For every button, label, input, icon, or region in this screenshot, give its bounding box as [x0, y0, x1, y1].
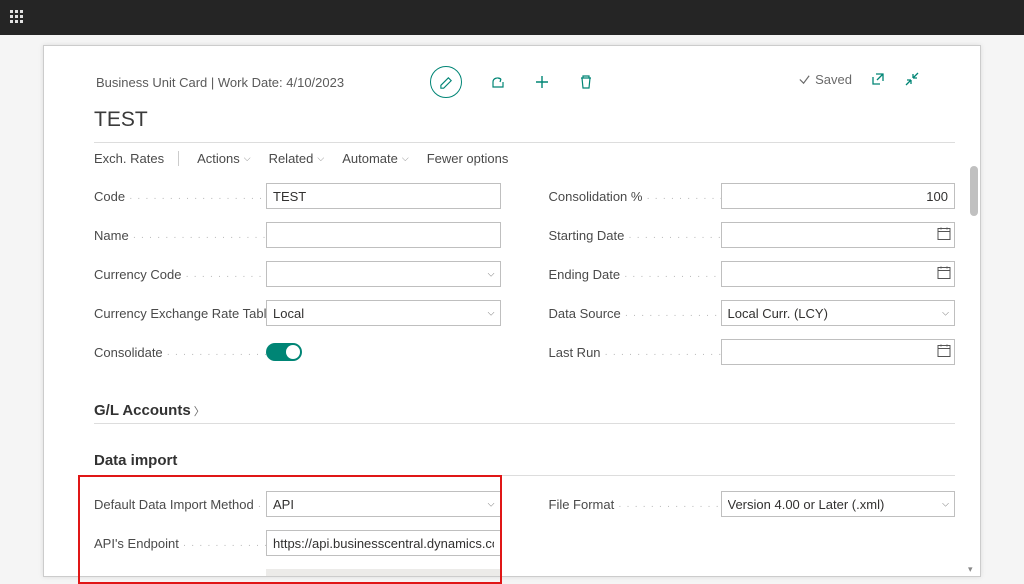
file-format-label: File Format — [549, 497, 615, 512]
action-toolbar: Exch. Rates Actions⌵ Related⌵ Automate⌵ … — [94, 143, 955, 176]
import-method-input[interactable] — [266, 491, 501, 517]
ending-date-label: Ending Date — [549, 267, 621, 282]
import-method-label: Default Data Import Method — [94, 497, 254, 512]
data-source-input[interactable] — [721, 300, 956, 326]
consolidate-label: Consolidate — [94, 345, 163, 360]
file-format-input[interactable] — [721, 491, 956, 517]
name-input[interactable] — [266, 222, 501, 248]
consolidation-pct-input[interactable] — [721, 183, 956, 209]
starting-date-label: Starting Date — [549, 228, 625, 243]
last-run-label: Last Run — [549, 345, 601, 360]
api-endpoint-input[interactable] — [266, 530, 501, 556]
currency-code-input[interactable] — [266, 261, 501, 287]
saved-indicator: Saved — [798, 72, 852, 87]
fewer-options[interactable]: Fewer options — [427, 151, 509, 166]
collapse-icon[interactable] — [904, 71, 920, 87]
automate-menu[interactable]: Automate⌵ — [342, 151, 408, 166]
data-source-label: Data Source — [549, 306, 621, 321]
scroll-down-icon[interactable]: ▾ — [968, 564, 978, 574]
gl-accounts-section[interactable]: G/L Accounts〉 — [94, 402, 955, 419]
currency-rate-table-input[interactable] — [266, 300, 501, 326]
share-icon[interactable] — [490, 74, 506, 90]
ext-company-label: External Company Name — [94, 575, 239, 577]
breadcrumb: Business Unit Card | Work Date: 4/10/202… — [96, 75, 344, 90]
popout-icon[interactable] — [870, 71, 886, 87]
waffle-icon[interactable] — [10, 10, 23, 26]
currency-rate-table-label: Currency Exchange Rate Table — [94, 306, 266, 321]
actions-menu[interactable]: Actions⌵ — [197, 151, 250, 166]
ext-company-input[interactable] — [266, 569, 501, 576]
code-label: Code — [94, 189, 125, 204]
name-label: Name — [94, 228, 129, 243]
data-import-section: Data import — [94, 452, 955, 469]
api-endpoint-label: API's Endpoint — [94, 536, 179, 551]
edit-button[interactable] — [430, 66, 462, 98]
new-icon[interactable] — [534, 74, 550, 90]
consolidate-toggle[interactable] — [266, 343, 302, 361]
last-run-input[interactable] — [721, 339, 956, 365]
starting-date-input[interactable] — [721, 222, 956, 248]
consolidation-pct-label: Consolidation % — [549, 189, 643, 204]
scrollbar-thumb[interactable] — [970, 166, 978, 216]
related-menu[interactable]: Related⌵ — [269, 151, 325, 166]
delete-icon[interactable] — [578, 74, 594, 90]
exch-rates-action[interactable]: Exch. Rates — [94, 151, 179, 166]
code-input[interactable] — [266, 183, 501, 209]
currency-code-label: Currency Code — [94, 267, 181, 282]
page-title: TEST — [94, 108, 955, 132]
ending-date-input[interactable] — [721, 261, 956, 287]
